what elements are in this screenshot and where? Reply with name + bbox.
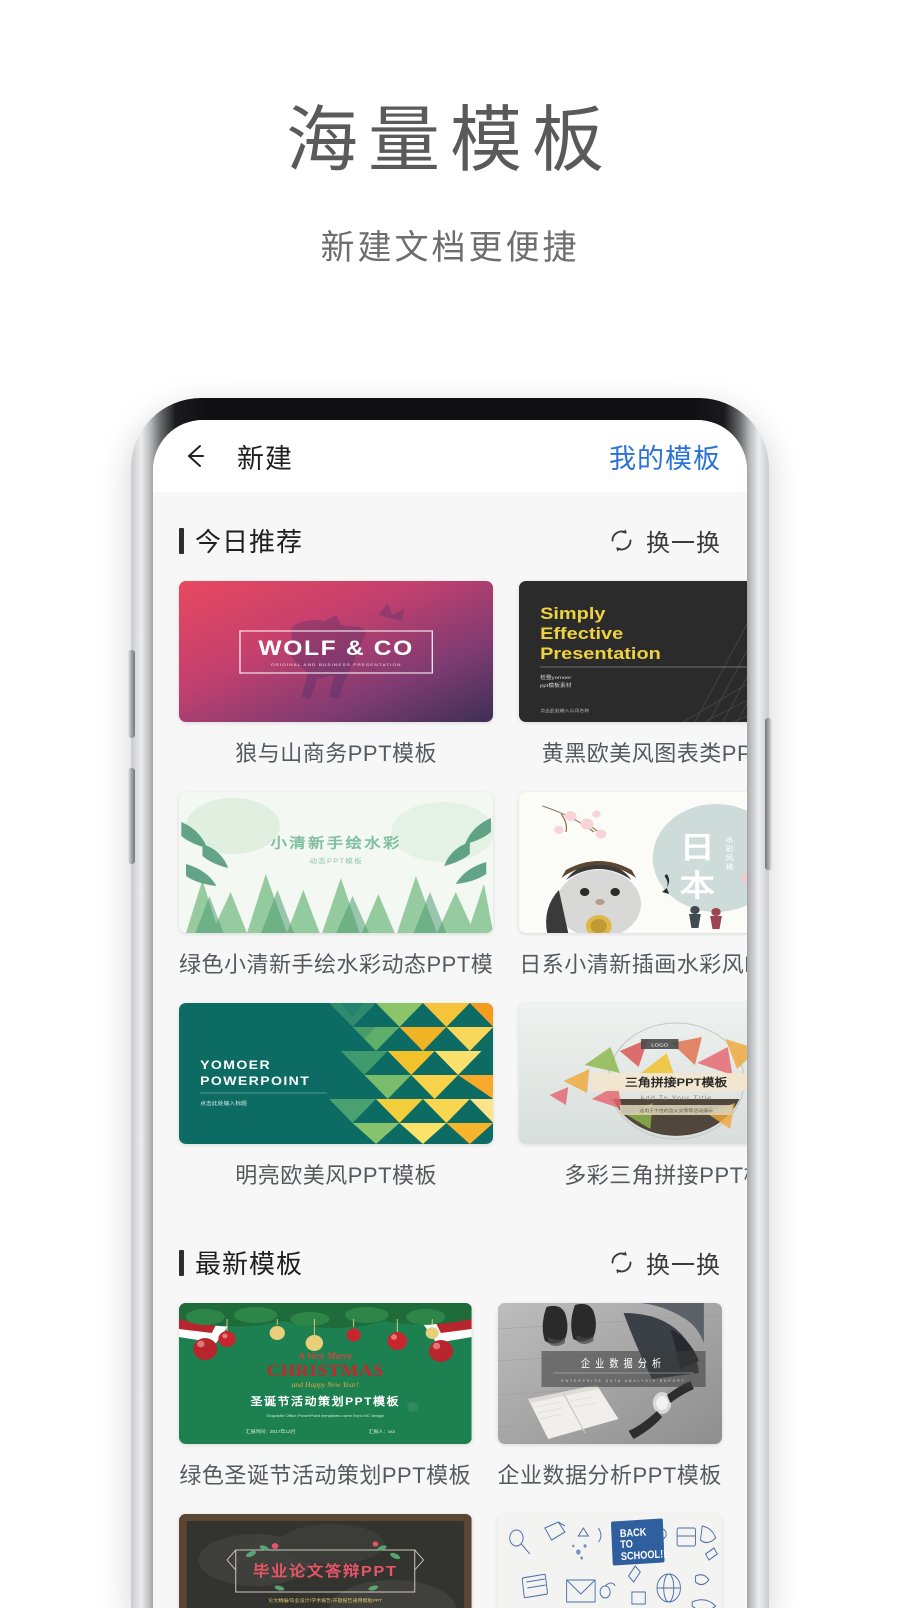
svg-text:POWERPOINT: POWERPOINT (200, 1074, 310, 1088)
power-button[interactable] (765, 718, 772, 870)
refresh-button-newest[interactable]: 换一换 (608, 1245, 721, 1280)
template-card[interactable]: YOMOER POWERPOINT 点击此处输入标题 明亮欧美风PPT模板 (179, 1003, 494, 1190)
page-title: 海量模板 (285, 101, 614, 181)
refresh-label: 换一换 (646, 1252, 721, 1279)
my-templates-link[interactable]: 我的模板 (609, 437, 721, 476)
template-card[interactable]: WOLF & CO ORIGINAL AND BUSINESS PRESENTA… (179, 581, 494, 768)
volume-up-button[interactable] (128, 650, 135, 738)
volume-down-button[interactable] (128, 768, 135, 864)
template-thumbnail-school: BACK TO SCHOOL!! 教师说课动态PPT 适用于高等院校、学校演讲、… (497, 1514, 722, 1608)
svg-text:Add To Your Title: Add To Your Title (640, 1095, 712, 1101)
back-arrow-icon[interactable] (179, 439, 213, 473)
svg-text:彩: 彩 (726, 844, 735, 853)
svg-text:日: 日 (680, 830, 715, 864)
template-grid-newest: A Very Merry CHRISTMAS and Happy New Yea… (153, 1303, 747, 1608)
template-grid-recommended: WOLF & CO ORIGINAL AND BUSINESS PRESENTA… (153, 581, 747, 1190)
template-thumbnail-teal: YOMOER POWERPOINT 点击此处输入标题 (179, 1003, 494, 1144)
svg-text:水: 水 (726, 835, 735, 844)
template-thumbnail-watercolor: 小清新手绘水彩 动态PPT模板 (179, 792, 494, 933)
svg-text:毕业论文答辩PPT: 毕业论文答辩PPT (253, 1562, 398, 1580)
svg-text:点击此处输入公司名称: 点击此处输入公司名称 (540, 707, 590, 713)
svg-text:本: 本 (680, 868, 716, 902)
svg-text:and Happy New Year!: and Happy New Year! (292, 1380, 360, 1389)
section-header-recommended: 今日推荐 换一换 (153, 492, 747, 581)
svg-text:Effective: Effective (540, 623, 623, 642)
template-label: 黄黑欧美风图表类PPT模板 (541, 741, 747, 766)
template-card[interactable]: BACK TO SCHOOL!! 教师说课动态PPT 适用于高等院校、学校演讲、… (497, 1514, 722, 1608)
phone-mockup: 新建 我的模板 今日推荐 换一换 WOLF & CO ORIGINAL AND … (128, 398, 772, 1608)
template-label: 绿色小清新手绘水彩动态PPT模 (179, 952, 494, 977)
svg-text:汇报人：xxx: 汇报人：xxx (369, 1428, 396, 1435)
template-card[interactable]: A Very Merry CHRISTMAS and Happy New Yea… (179, 1303, 472, 1490)
template-thumbnail-japan: 日 本 水 彩 风 格 JAPAN (519, 792, 747, 933)
svg-text:动态PPT模板: 动态PPT模板 (309, 857, 363, 865)
svg-text:格: 格 (726, 862, 735, 871)
svg-text:点击此处输入标题: 点击此处输入标题 (200, 1099, 247, 1106)
template-card[interactable]: 日 本 水 彩 风 格 JAPAN (519, 792, 747, 979)
template-thumbnail-wolf: WOLF & CO ORIGINAL AND BUSINESS PRESENTA… (179, 581, 494, 722)
svg-text:检整yomoer: 检整yomoer (540, 673, 571, 680)
template-thumbnail-triangles: LOGO 三角拼接PPT模板 Add To Your Title 适用于个性的及… (519, 1003, 747, 1144)
svg-text:WOLF & CO: WOLF & CO (258, 636, 414, 660)
svg-text:适用于个性的及火灾等等活动演示: 适用于个性的及火灾等等活动演示 (640, 1107, 714, 1113)
app-content[interactable]: 今日推荐 换一换 WOLF & CO ORIGINAL AND BUSINESS… (153, 492, 747, 1608)
phone-screen: 新建 我的模板 今日推荐 换一换 WOLF & CO ORIGINAL AND … (153, 420, 747, 1608)
section-accent-bar (179, 1249, 184, 1276)
template-thumbnail-business: 企业数据分析 ENTERPRISE DATA ANALYSIS REPORT (497, 1303, 722, 1444)
template-thumbnail-blackboard: 毕业论文答辩PPT 论文精编/毕业设计/学术报告/开题报告通用模板PPT (179, 1514, 472, 1608)
template-thumbnail-dark-yellow: Simply Effective Presentation 检整yomoer p… (519, 581, 747, 722)
template-thumbnail-christmas: A Very Merry CHRISTMAS and Happy New Yea… (179, 1303, 472, 1444)
app-navbar: 新建 我的模板 (153, 420, 747, 492)
refresh-icon (608, 527, 635, 554)
page-subtitle: 新建文档更便捷 (320, 229, 580, 267)
svg-text:三角拼接PPT模板: 三角拼接PPT模板 (625, 1075, 728, 1089)
svg-text:圣诞节活动策划PPT模板: 圣诞节活动策划PPT模板 (249, 1394, 400, 1407)
template-label: 日系小清新插画水彩风PPT模板 (519, 952, 747, 977)
svg-text:ORIGINAL AND BUSINESS PRESENTA: ORIGINAL AND BUSINESS PRESENTATION (271, 662, 402, 667)
svg-text:Simply: Simply (540, 603, 606, 622)
template-card[interactable]: 企业数据分析 ENTERPRISE DATA ANALYSIS REPORT 企… (497, 1303, 722, 1490)
svg-text:企业数据分析: 企业数据分析 (580, 1356, 665, 1370)
svg-text:CHRISTMAS: CHRISTMAS (267, 1361, 384, 1380)
refresh-button-recommended[interactable]: 换一换 (608, 523, 721, 558)
template-card[interactable]: Simply Effective Presentation 检整yomoer p… (519, 581, 747, 768)
template-label: 狼与山商务PPT模板 (235, 741, 438, 766)
refresh-label: 换一换 (646, 530, 721, 557)
svg-text:ppt模板素材: ppt模板素材 (540, 681, 572, 688)
template-label: 企业数据分析PPT模板 (497, 1463, 722, 1488)
svg-text:TO: TO (620, 1539, 633, 1552)
svg-text:LOGO: LOGO (652, 1043, 669, 1049)
svg-text:Presentation: Presentation (540, 643, 661, 662)
svg-text:风: 风 (726, 854, 735, 862)
svg-text:Exquisite Office PowerPoint te: Exquisite Office PowerPoint templates co… (267, 1413, 385, 1418)
section-title: 今日推荐 (195, 527, 304, 557)
navbar-title: 新建 (237, 443, 293, 474)
template-label: 明亮欧美风PPT模板 (235, 1163, 438, 1188)
section-accent-bar (179, 527, 184, 554)
svg-text:小清新手绘水彩: 小清新手绘水彩 (270, 835, 401, 852)
svg-text:ENTERPRISE DATA ANALYSIS REPOR: ENTERPRISE DATA ANALYSIS REPORT (561, 1379, 685, 1383)
section-header-newest: 最新模板 换一换 (153, 1214, 747, 1303)
template-label: 多彩三角拼接PPT模板 (564, 1163, 747, 1188)
svg-text:汇报时间：2017年12月: 汇报时间：2017年12月 (246, 1428, 296, 1435)
refresh-icon (608, 1249, 635, 1276)
svg-text:YOMOER: YOMOER (200, 1058, 271, 1072)
template-card[interactable]: 毕业论文答辩PPT 论文精编/毕业设计/学术报告/开题报告通用模板PPT (179, 1514, 472, 1608)
promo-header: 海量模板 新建文档更便捷 (0, 0, 900, 269)
template-label: 绿色圣诞节活动策划PPT模板 (179, 1463, 472, 1488)
template-card[interactable]: 小清新手绘水彩 动态PPT模板 绿色小清新手绘水彩动态PPT模 (179, 792, 494, 979)
svg-text:论文精编/毕业设计/学术报告/开题报告通用模板PPT: 论文精编/毕业设计/学术报告/开题报告通用模板PPT (268, 1597, 382, 1604)
template-card[interactable]: LOGO 三角拼接PPT模板 Add To Your Title 适用于个性的及… (519, 1003, 747, 1190)
section-title: 最新模板 (195, 1249, 304, 1279)
